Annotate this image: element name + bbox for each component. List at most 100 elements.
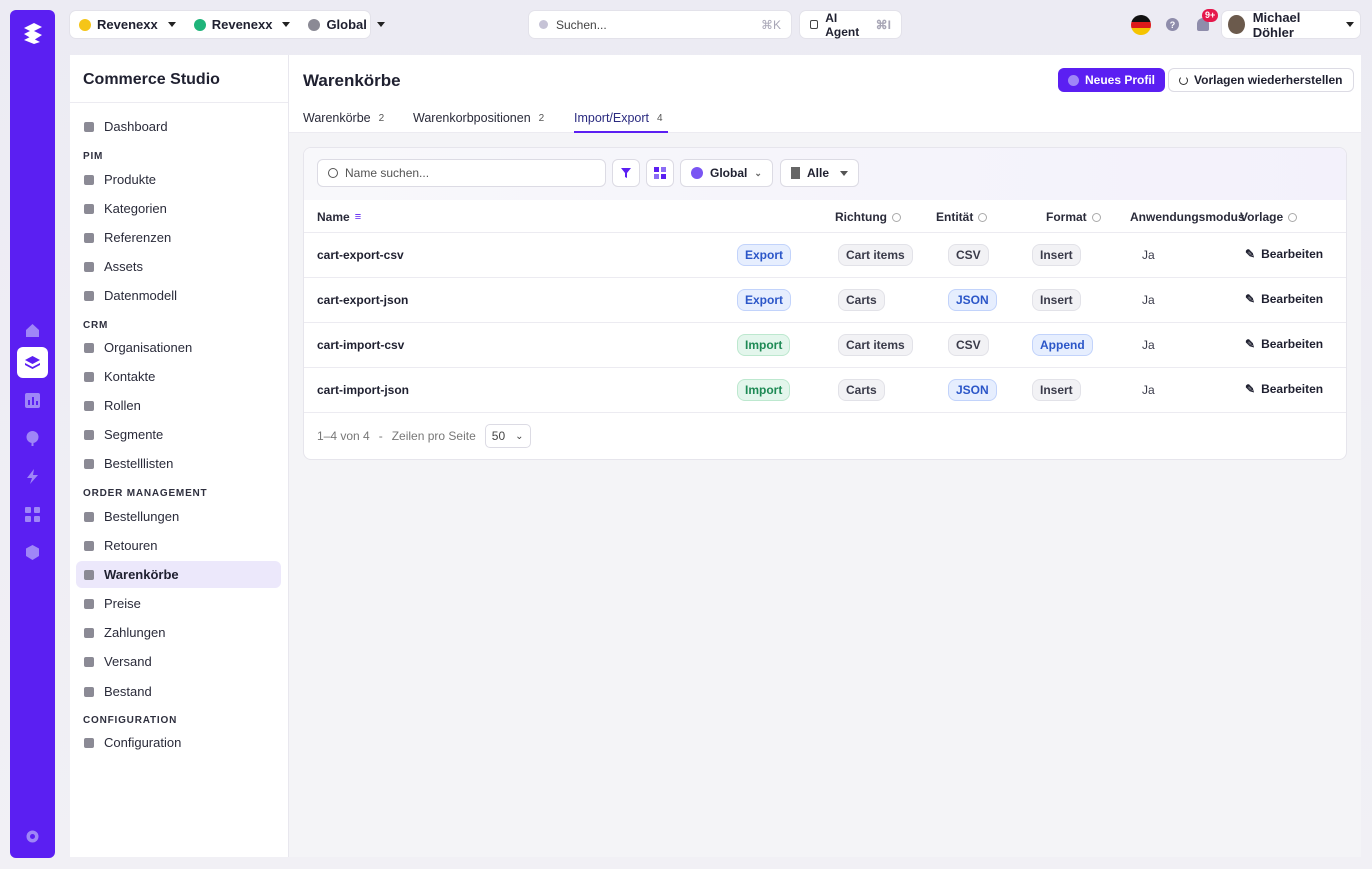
page-header: Warenkörbe Neues Profil Vorlagen wiederh… [289,55,1361,133]
scope-selector[interactable]: Global [299,11,393,38]
column-header-format[interactable]: Format [1046,210,1101,224]
apps-icon[interactable] [17,499,48,530]
sidebar-item-bestellungen[interactable]: Bestellungen [76,503,281,530]
sidebar-item-segmente[interactable]: Segmente [76,421,281,448]
help-icon[interactable]: ? [1166,18,1179,31]
import-export-table-card: Global ⌄ Alle Name≡ Richtung Entität For… [303,147,1347,460]
sidebar-item-bestand[interactable]: Bestand [76,678,281,705]
sidebar-item-dashboard[interactable]: Dashboard [76,113,281,140]
box-icon [84,174,94,185]
refresh-icon [1179,75,1188,85]
info-icon [892,212,901,222]
column-header-vorlage[interactable]: Vorlage [1240,210,1298,224]
box-icon [84,511,94,522]
name-search-field[interactable] [317,159,606,187]
cube-icon[interactable] [17,537,48,568]
pin-icon[interactable] [17,423,48,454]
chevron-down-icon [1346,22,1354,27]
direction-badge: Import [737,334,791,356]
settings-gear-icon[interactable] [17,821,48,852]
robot-icon [810,20,819,29]
sidebar-item-produkte[interactable]: Produkte [76,166,281,193]
pencil-icon: ✎ [1245,247,1256,261]
view-toggle-button[interactable] [646,159,674,187]
cart-icon [84,569,94,580]
layers-icon[interactable] [17,347,48,378]
avatar [1228,15,1245,34]
scope-filter-dropdown[interactable]: Global ⌄ [680,159,773,187]
column-header-name[interactable]: Name ≡ [317,210,361,224]
table-row[interactable]: cart-export-json Export Carts JSON Inser… [304,278,1346,323]
chevron-down-icon: ⌄ [515,430,524,442]
template-value: Ja [1142,293,1155,307]
sidebar-item-bestelllisten[interactable]: Bestelllisten [76,450,281,477]
direction-badge: Import [737,379,791,401]
ai-agent-button[interactable]: AI Agent ⌘I [800,11,901,39]
format-badge: CSV [948,334,989,356]
tab-warenkoerbe[interactable]: Warenkörbe 2 [303,111,384,133]
column-header-entitaet[interactable]: Entität [936,210,988,224]
grid-icon [84,290,94,301]
chart-icon[interactable] [17,385,48,416]
context-selector-bar: Revenexx Revenexx Global [70,11,385,38]
table-row[interactable]: cart-export-csv Export Cart items CSV In… [304,233,1346,278]
user-menu[interactable]: Michael Döhler [1222,10,1360,40]
sidebar-section-configuration: CONFIGURATION [83,715,178,726]
table-toolbar: Global ⌄ Alle [304,148,1346,200]
dashboard-icon [84,121,94,132]
table-row[interactable]: cart-import-csv Import Cart items CSV Ap… [304,323,1346,368]
tab-warenkorbpositionen[interactable]: Warenkorbpositionen 2 [413,111,544,133]
pagination-range: 1–4 von 4 [317,429,370,443]
sidebar-item-zahlungen[interactable]: Zahlungen [76,619,281,646]
home-icon[interactable] [17,315,48,346]
sidebar-item-configuration[interactable]: Configuration [76,729,281,756]
column-header-richtung[interactable]: Richtung [835,210,901,224]
org-logo-icon [79,18,91,31]
sidebar-item-kontakte[interactable]: Kontakte [76,363,281,390]
sidebar-item-preise[interactable]: Preise [76,590,281,617]
rows-per-page-label: Zeilen pro Seite [391,429,476,443]
sidebar-item-assets[interactable]: Assets [76,253,281,280]
filter-button[interactable] [612,159,640,187]
edit-button[interactable]: ✎ Bearbeiten [1245,337,1323,351]
warehouse-icon [84,686,94,697]
edit-button[interactable]: ✎ Bearbeiten [1245,247,1323,261]
entity-badge: Carts [838,379,885,401]
return-icon [84,540,94,551]
contact-icon [84,371,94,382]
status-filter-dropdown[interactable]: Alle [780,159,860,187]
sidebar-item-referenzen[interactable]: Referenzen [76,224,281,251]
global-search[interactable]: Suchen... ⌘K [529,11,791,38]
chevron-down-icon [282,22,291,27]
sidebar-item-organisationen[interactable]: Organisationen [76,334,281,361]
app-logo-icon[interactable] [18,18,47,47]
template-value: Ja [1142,248,1155,262]
sidebar-item-warenkoerbe[interactable]: Warenkörbe [76,561,281,588]
language-flag-icon[interactable] [1131,15,1151,35]
main-content: Warenkörbe Neues Profil Vorlagen wiederh… [289,55,1361,857]
template-value: Ja [1142,383,1155,397]
edit-button[interactable]: ✎ Bearbeiten [1245,292,1323,306]
new-profile-button[interactable]: Neues Profil [1058,68,1166,92]
sidebar-item-kategorien[interactable]: Kategorien [76,195,281,222]
tab-import-export[interactable]: Import/Export 4 [574,111,668,133]
column-header-anwendungsmodus[interactable]: Anwendungsmodus [1130,210,1245,224]
restore-templates-button[interactable]: Vorlagen wiederherstellen [1168,68,1354,92]
project-selector[interactable]: Revenexx [185,11,300,38]
entity-badge: Carts [838,289,885,311]
edit-button[interactable]: ✎ Bearbeiten [1245,382,1323,396]
org-selector[interactable]: Revenexx [70,11,185,38]
rows-per-page-select[interactable]: 50 ⌄ [484,424,531,448]
sidebar-item-datenmodell[interactable]: Datenmodell [76,282,281,309]
direction-badge: Export [737,244,792,266]
direction-badge: Export [737,289,792,311]
table-row[interactable]: cart-import-json Import Carts JSON Inser… [304,368,1346,413]
name-search-input[interactable] [345,166,585,180]
entity-badge: Cart items [838,334,913,356]
table-header: Name ≡ Richtung Entität Format Anwendungs… [304,200,1346,233]
sidebar-item-versand[interactable]: Versand [76,648,281,675]
sidebar-item-rollen[interactable]: Rollen [76,392,281,419]
pagination: 1–4 von 4 - Zeilen pro Seite 50 ⌄ [317,424,531,448]
lightning-icon[interactable] [17,461,48,492]
sidebar-item-retouren[interactable]: Retouren [76,532,281,559]
